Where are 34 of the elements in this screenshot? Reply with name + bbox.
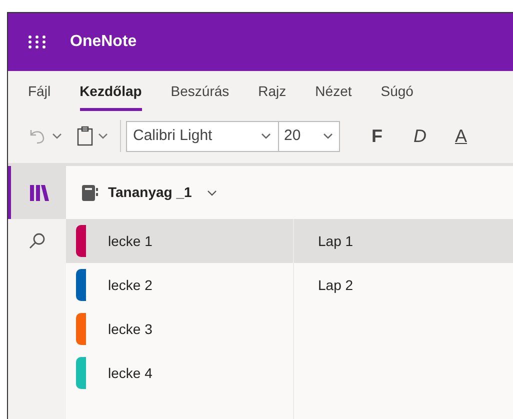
ribbon-tab[interactable]: Kezdőlap bbox=[80, 71, 142, 111]
library-icon bbox=[28, 182, 50, 202]
underline-button[interactable]: A bbox=[449, 122, 473, 150]
chevron-down-icon bbox=[260, 131, 272, 141]
page-item[interactable]: Lap 2 bbox=[294, 263, 513, 307]
chevron-down-icon bbox=[322, 131, 334, 141]
bold-button[interactable]: F bbox=[365, 122, 389, 150]
ribbon-tab[interactable]: Súgó bbox=[380, 71, 414, 111]
app-launcher-icon[interactable] bbox=[28, 35, 46, 49]
page-item[interactable]: Lap 1 bbox=[294, 219, 513, 263]
notebook-icon bbox=[80, 182, 100, 202]
ribbon-tab[interactable]: Nézet bbox=[315, 71, 352, 111]
font-size-dropdown[interactable]: 20 bbox=[279, 122, 339, 150]
section-name: lecke 1 bbox=[108, 232, 152, 250]
section-item[interactable]: lecke 2 bbox=[66, 263, 293, 307]
section-item[interactable]: lecke 4 bbox=[66, 351, 293, 395]
font-name-dropdown[interactable]: Calibri Light bbox=[127, 122, 279, 150]
notebooks-button[interactable] bbox=[8, 166, 66, 219]
section-name: lecke 2 bbox=[108, 276, 152, 294]
search-icon bbox=[28, 232, 46, 250]
italic-button[interactable]: D bbox=[408, 122, 432, 150]
notebook-name[interactable]: Tananyag _1 bbox=[108, 182, 192, 203]
chevron-down-icon[interactable] bbox=[51, 131, 63, 141]
section-item[interactable]: lecke 3 bbox=[66, 307, 293, 351]
app-title: OneNote bbox=[70, 32, 137, 52]
ribbon-tab[interactable]: Fájl bbox=[28, 71, 51, 111]
section-item[interactable]: lecke 1 bbox=[66, 219, 293, 263]
section-name: lecke 3 bbox=[108, 320, 152, 338]
ribbon-tab[interactable]: Rajz bbox=[258, 71, 286, 111]
clipboard-icon[interactable] bbox=[76, 126, 94, 146]
section-name: lecke 4 bbox=[108, 364, 152, 382]
chevron-down-icon[interactable] bbox=[206, 188, 218, 198]
chevron-down-icon[interactable] bbox=[97, 131, 109, 141]
ribbon-tab[interactable]: Beszúrás bbox=[170, 71, 230, 111]
